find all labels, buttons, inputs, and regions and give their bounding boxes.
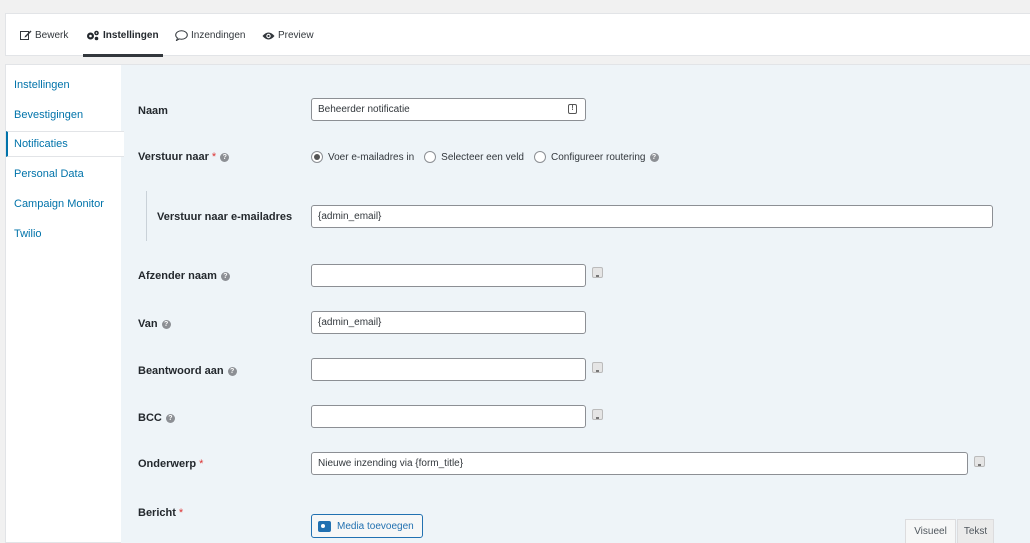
bcc-label: BCC? bbox=[138, 410, 175, 426]
help-icon[interactable]: ? bbox=[165, 413, 175, 423]
afzender-naam-label-text: Afzender naam bbox=[138, 270, 217, 282]
verstuur-naar-options: Voer e-mailadres in Selecteer een veld C… bbox=[311, 149, 669, 165]
add-media-label: Media toevoegen bbox=[337, 520, 414, 532]
van-label: Van? bbox=[138, 316, 171, 332]
active-tab-indicator bbox=[83, 54, 163, 57]
sidebar-item-label: Notificaties bbox=[14, 138, 68, 150]
van-value: {admin_email} bbox=[318, 317, 382, 328]
naam-input[interactable]: Beheerder notificatie bbox=[311, 98, 586, 121]
sidebar-item-label: Campaign Monitor bbox=[14, 198, 104, 210]
van-input[interactable]: {admin_email} bbox=[311, 311, 586, 334]
option-configureer-routering[interactable]: Configureer routering? bbox=[534, 151, 659, 163]
verstuur-email-input[interactable]: {admin_email} bbox=[311, 205, 993, 228]
settings-sidebar: Instellingen Bevestigingen Notificaties … bbox=[5, 64, 124, 543]
verstuur-email-label: Verstuur naar e-mailadres bbox=[157, 209, 292, 225]
merge-tags-button[interactable] bbox=[592, 362, 603, 373]
add-media-button[interactable]: Media toevoegen bbox=[311, 514, 423, 538]
onderwerp-label: Onderwerp * bbox=[138, 456, 203, 472]
edit-icon bbox=[20, 30, 32, 40]
eye-icon bbox=[262, 32, 275, 39]
onderwerp-label-text: Onderwerp bbox=[138, 458, 197, 470]
beantwoord-aan-input[interactable] bbox=[311, 358, 586, 381]
sidebar-item-label: Personal Data bbox=[14, 168, 84, 180]
bcc-input[interactable] bbox=[311, 405, 586, 428]
required-mark: * bbox=[178, 507, 184, 519]
media-icon bbox=[318, 520, 331, 532]
tab-text[interactable]: Tekst bbox=[957, 519, 994, 543]
subsection-indicator bbox=[146, 191, 148, 241]
tab-bewerk-label: Bewerk bbox=[35, 30, 69, 41]
required-mark: * bbox=[211, 151, 217, 163]
tab-preview-label: Preview bbox=[278, 30, 314, 41]
naam-input-value: Beheerder notificatie bbox=[318, 104, 410, 115]
bcc-label-text: BCC bbox=[138, 412, 162, 424]
afzender-naam-input[interactable] bbox=[311, 264, 586, 287]
radio-unchecked[interactable] bbox=[534, 151, 546, 163]
tab-instellingen[interactable]: Instellingen bbox=[86, 14, 159, 57]
sidebar-item-twilio[interactable]: Twilio bbox=[6, 221, 122, 247]
tab-visual-label: Visueel bbox=[914, 526, 947, 537]
verstuur-naar-label: Verstuur naar * ? bbox=[138, 149, 230, 165]
help-icon[interactable]: ? bbox=[220, 152, 230, 162]
option-label: Voer e-mailadres in bbox=[328, 151, 415, 163]
option-label: Selecteer een veld bbox=[441, 151, 524, 163]
help-icon[interactable]: ? bbox=[220, 271, 230, 281]
tab-bewerk[interactable]: Bewerk bbox=[20, 14, 68, 57]
sidebar-item-bevestigingen[interactable]: Bevestigingen bbox=[6, 102, 122, 128]
verstuur-email-label-text: Verstuur naar e-mailadres bbox=[157, 211, 293, 223]
radio-checked[interactable] bbox=[311, 151, 323, 163]
settings-tab-bar: Bewerk Instellingen Inzendingen Preview bbox=[5, 13, 1030, 57]
onderwerp-input[interactable]: Nieuwe inzending via {form_title} bbox=[311, 452, 968, 475]
merge-tag-icon[interactable]: ! bbox=[568, 104, 577, 114]
sidebar-item-instellingen[interactable]: Instellingen bbox=[6, 72, 122, 98]
afzender-naam-label: Afzender naam? bbox=[138, 268, 230, 284]
merge-tags-button[interactable] bbox=[592, 409, 603, 420]
sidebar-item-personal-data[interactable]: Personal Data bbox=[6, 161, 122, 187]
tab-preview[interactable]: Preview bbox=[262, 14, 314, 57]
beantwoord-aan-label-text: Beantwoord aan bbox=[138, 365, 224, 377]
sidebar-item-label: Instellingen bbox=[14, 79, 70, 91]
onderwerp-value: Nieuwe inzending via {form_title} bbox=[318, 458, 464, 469]
sidebar-item-label: Bevestigingen bbox=[14, 109, 84, 121]
bericht-label-text: Bericht bbox=[138, 507, 176, 519]
option-voer-emailadres[interactable]: Voer e-mailadres in bbox=[311, 151, 414, 163]
radio-unchecked[interactable] bbox=[424, 151, 437, 163]
tab-text-label: Tekst bbox=[963, 526, 988, 537]
tab-inzendingen[interactable]: Inzendingen bbox=[175, 14, 246, 57]
option-selecteer-veld[interactable]: Selecteer een veld bbox=[424, 151, 524, 163]
sidebar-item-notificaties[interactable]: Notificaties bbox=[6, 131, 124, 157]
option-label: Configureer routering bbox=[551, 151, 646, 163]
help-icon[interactable]: ? bbox=[649, 152, 659, 162]
required-mark: * bbox=[199, 458, 204, 470]
gears-icon bbox=[87, 30, 99, 41]
tab-instellingen-label: Instellingen bbox=[103, 30, 159, 41]
tab-visual[interactable]: Visueel bbox=[905, 519, 956, 543]
verstuur-naar-label-text: Verstuur naar bbox=[138, 151, 209, 163]
tab-inzendingen-label: Inzendingen bbox=[191, 30, 246, 41]
sidebar-item-campaign-monitor[interactable]: Campaign Monitor bbox=[6, 191, 122, 217]
speech-bubble-icon bbox=[175, 30, 188, 41]
help-icon[interactable]: ? bbox=[227, 366, 237, 376]
verstuur-email-value: {admin_email} bbox=[318, 211, 382, 222]
sidebar-item-label: Twilio bbox=[14, 228, 42, 240]
naam-label-text: Naam bbox=[138, 105, 168, 117]
merge-tags-button[interactable] bbox=[974, 456, 985, 467]
help-icon[interactable]: ? bbox=[161, 319, 171, 329]
van-label-text: Van bbox=[138, 318, 158, 330]
merge-tags-button[interactable] bbox=[592, 267, 603, 278]
bericht-label: Bericht * bbox=[138, 505, 183, 521]
naam-label: Naam bbox=[138, 103, 168, 119]
beantwoord-aan-label: Beantwoord aan? bbox=[138, 363, 237, 379]
